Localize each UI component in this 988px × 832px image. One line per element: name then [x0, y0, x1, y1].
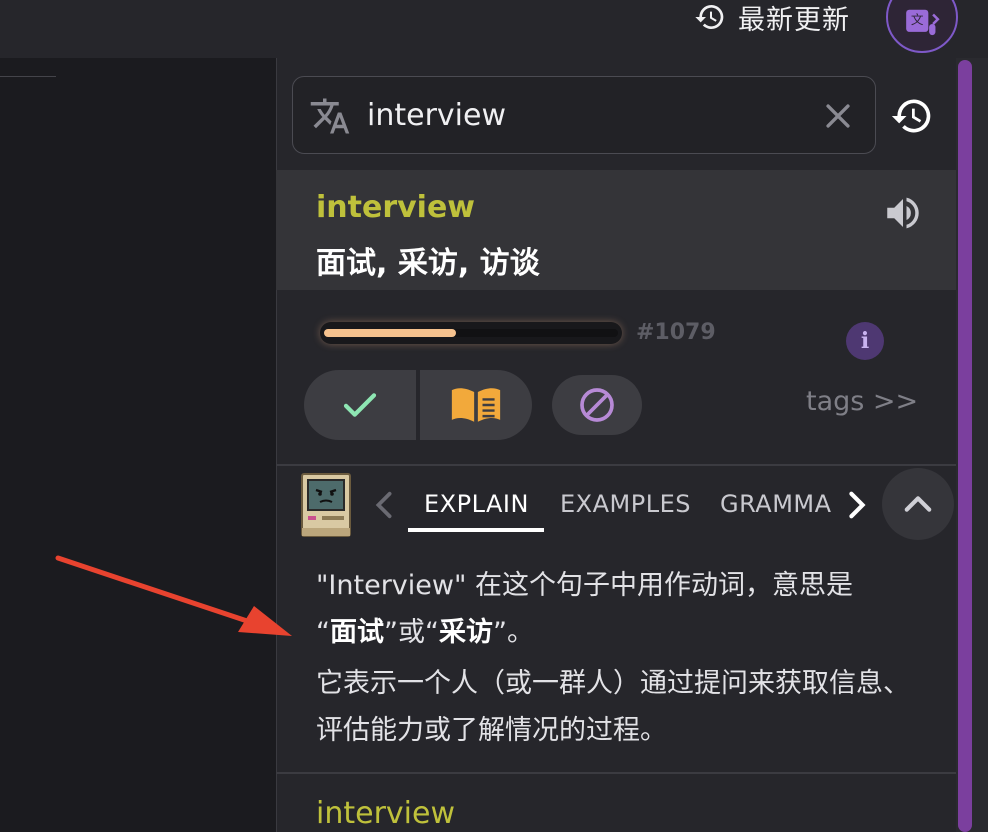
- tabs-next-icon[interactable]: [846, 490, 868, 520]
- word-rank: #1079: [636, 320, 716, 345]
- history-icon[interactable]: [890, 94, 934, 138]
- ai-avatar-icon: [301, 473, 351, 537]
- collapse-button[interactable]: [882, 468, 954, 540]
- history-icon: [695, 5, 724, 29]
- app-translate-button[interactable]: 文: [886, 0, 958, 53]
- chevron-up-icon: [904, 496, 932, 512]
- section-divider: [276, 772, 956, 774]
- progress-track: [324, 329, 618, 337]
- explanation-sentence: "Interview" 在这个句子中用作动词，意思是: [316, 570, 853, 601]
- search-box: [292, 76, 876, 154]
- quote-close: ”。: [492, 617, 534, 648]
- panel-scrollbar[interactable]: [956, 58, 988, 832]
- active-tab-indicator: [408, 528, 544, 532]
- info-button[interactable]: i: [846, 322, 884, 360]
- ignore-button[interactable]: [552, 375, 642, 435]
- next-entry-word: interview: [316, 796, 455, 831]
- tabs-prev-icon[interactable]: [374, 490, 394, 520]
- tags-link[interactable]: tags >>: [806, 386, 918, 417]
- entry-word: interview: [316, 190, 476, 225]
- search-input[interactable]: [367, 91, 807, 139]
- tab-explain[interactable]: EXPLAIN: [424, 490, 529, 518]
- top-bar: 最新更新 文: [0, 0, 988, 58]
- translate-mic-icon: 文: [906, 9, 940, 36]
- tab-examples[interactable]: EXAMPLES: [560, 490, 691, 518]
- entry-meaning: 面试, 采访, 访谈: [316, 246, 540, 281]
- status-button-group: [304, 370, 532, 440]
- mark-known-button[interactable]: [304, 370, 416, 440]
- progress-fill: [324, 329, 457, 337]
- book-icon: [451, 388, 501, 422]
- quote-or: ”或“: [384, 617, 439, 648]
- quote-open: “: [316, 617, 330, 648]
- frequency-progress-bar: [320, 322, 622, 344]
- translate-icon: [310, 98, 350, 134]
- recent-updates-label: 最新更新: [738, 4, 850, 36]
- mark-learning-button[interactable]: [420, 370, 532, 440]
- close-icon[interactable]: [821, 99, 855, 133]
- meaning-interview-bold: 面试: [330, 617, 384, 648]
- explanation-text: "Interview" 在这个句子中用作动词，意思是 “面试”或“采访”。 它表…: [316, 562, 926, 758]
- tab-grammar[interactable]: GRAMMA: [720, 490, 834, 518]
- speaker-icon[interactable]: [880, 192, 926, 234]
- recent-updates-link[interactable]: 最新更新: [694, 0, 850, 36]
- section-divider: [276, 464, 956, 466]
- ban-icon: [580, 388, 614, 422]
- meaning-report-bold: 采访: [438, 617, 493, 648]
- svg-text:文: 文: [911, 12, 924, 27]
- explanation-paragraph-1: "Interview" 在这个句子中用作动词，意思是 “面试”或“采访”。: [316, 562, 926, 656]
- explanation-paragraph-2: 它表示一个人（或一群人）通过提问来获取信息、评估能力或了解情况的过程。: [316, 668, 910, 746]
- word-card: interview 面试, 采访, 访谈: [276, 170, 956, 290]
- check-icon: [343, 393, 377, 417]
- scrollbar-thumb[interactable]: [958, 60, 972, 832]
- left-content-area: [0, 58, 276, 832]
- left-divider: [0, 76, 56, 77]
